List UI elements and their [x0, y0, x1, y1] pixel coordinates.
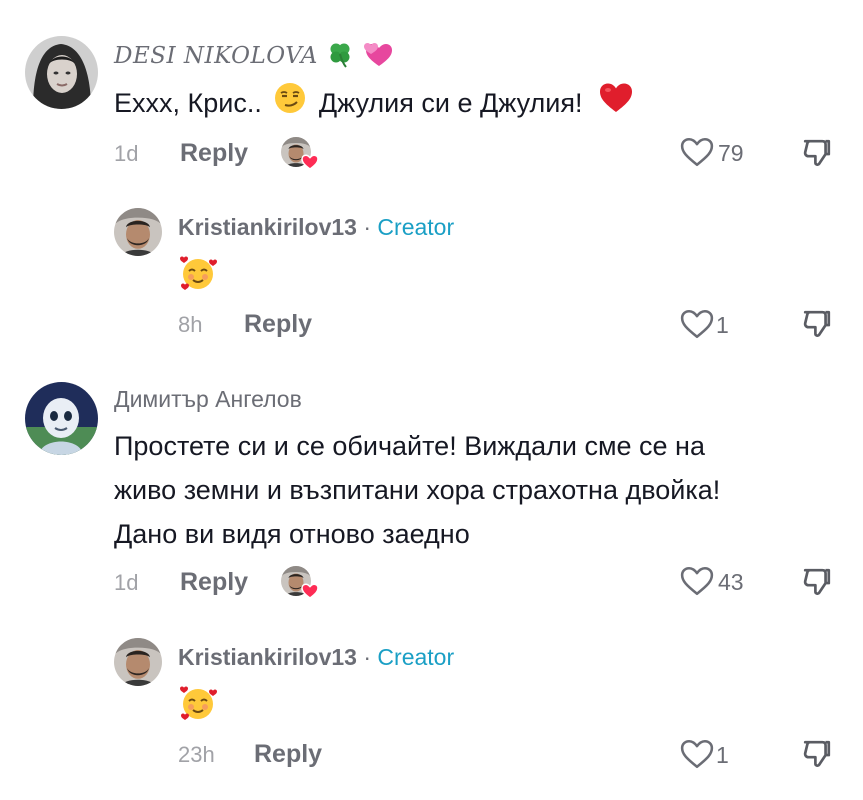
- avatar[interactable]: [25, 36, 98, 109]
- avatar[interactable]: [114, 208, 162, 256]
- smiling-face-hearts-emoji: [178, 254, 218, 299]
- heart-outline-icon: [680, 566, 714, 596]
- comment-time: 1d: [114, 570, 139, 595]
- dislike-button[interactable]: [802, 567, 832, 597]
- like-button[interactable]: [680, 739, 714, 769]
- comment-text: Простете си и се обичайте! Виждали сме с…: [114, 424, 834, 556]
- avatar[interactable]: [114, 638, 162, 686]
- reply-button[interactable]: Reply: [180, 568, 248, 597]
- heart-outline-icon: [680, 739, 714, 769]
- comment-username[interactable]: Димитър Ангелов: [114, 386, 302, 413]
- like-count: 1: [716, 742, 729, 768]
- like-count: 79: [718, 140, 744, 166]
- dislike-button[interactable]: [802, 739, 832, 769]
- avatar-photo: [25, 36, 98, 109]
- comment-text-line: живо земни и възпитани хора страхотна дв…: [114, 475, 721, 505]
- reply-button[interactable]: Reply: [244, 310, 312, 339]
- heart-outline-icon: [680, 137, 714, 167]
- comment-text-line: Дано ви видя отново заедно: [114, 519, 470, 549]
- reply-button[interactable]: Reply: [180, 139, 248, 168]
- reply-time: 8h: [178, 312, 203, 337]
- reply-time: 23h: [178, 742, 215, 767]
- creator-liked-avatar: [281, 136, 321, 172]
- reply-username[interactable]: Kristiankirilov13: [178, 214, 357, 240]
- avatar-photo: [25, 382, 98, 455]
- comment-text: Ехxx, Крис.. Джулия си е Джулия!: [114, 81, 634, 128]
- like-button[interactable]: [680, 137, 714, 167]
- like-button[interactable]: [680, 309, 714, 339]
- hearts-emoji: [362, 40, 394, 74]
- comment-text-line: Простете си и се обичайте! Виждали сме с…: [114, 431, 705, 461]
- red-heart-emoji: [598, 81, 634, 128]
- dislike-icon: [802, 309, 832, 339]
- avatar-photo: [114, 638, 162, 686]
- creator-badge: Creator: [377, 214, 455, 240]
- reply-button[interactable]: Reply: [254, 740, 322, 769]
- reply-username-row: Kristiankirilov13 · Creator: [178, 214, 454, 241]
- smirk-emoji: [273, 81, 307, 128]
- like-count: 43: [718, 569, 744, 595]
- separator: ·: [363, 644, 372, 670]
- like-count: 1: [716, 312, 729, 338]
- separator: ·: [363, 214, 372, 240]
- comment-time: 1d: [114, 141, 139, 166]
- creator-badge: Creator: [377, 644, 455, 670]
- dislike-icon: [802, 138, 832, 168]
- dislike-icon: [802, 567, 832, 597]
- heart-outline-icon: [680, 309, 714, 339]
- comment-username[interactable]: DESI NIKOLOVA: [114, 40, 394, 74]
- like-button[interactable]: [680, 566, 714, 596]
- dislike-button[interactable]: [802, 309, 832, 339]
- reply-username[interactable]: Kristiankirilov13: [178, 644, 357, 670]
- reply-username-row: Kristiankirilov13 · Creator: [178, 644, 454, 671]
- avatar[interactable]: [25, 382, 98, 455]
- smiling-face-hearts-emoji: [178, 684, 218, 729]
- clover-emoji: [326, 40, 354, 74]
- avatar-photo: [114, 208, 162, 256]
- dislike-button[interactable]: [802, 138, 832, 168]
- dislike-icon: [802, 739, 832, 769]
- creator-liked-avatar: [281, 565, 321, 601]
